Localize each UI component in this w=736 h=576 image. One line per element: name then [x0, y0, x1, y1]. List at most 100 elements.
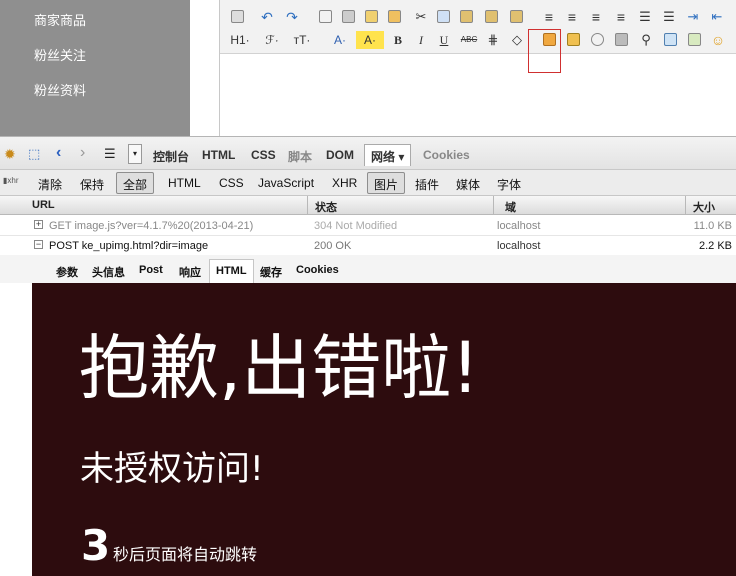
font-size-button[interactable]: тT·: [288, 31, 316, 49]
sidebar: 商家商品 粉丝关注 粉丝资料: [0, 0, 190, 136]
sidebar-item-fans-profile[interactable]: 粉丝资料: [34, 80, 86, 99]
filter-fonts[interactable]: 字体: [497, 176, 521, 193]
cut-icon[interactable]: ✂: [412, 8, 430, 26]
network-filter-bar: ▮xhr 清除 保持 全部 HTML CSS JavaScript XHR 图片…: [0, 170, 736, 196]
filter-media[interactable]: 媒体: [456, 176, 480, 193]
forward-icon[interactable]: ›: [80, 144, 85, 162]
italic-button[interactable]: I: [412, 31, 430, 49]
align-left-icon[interactable]: ≡: [540, 8, 558, 26]
tab-script[interactable]: 脚本: [288, 148, 312, 165]
tab-console[interactable]: 控制台: [153, 148, 189, 165]
copy-icon[interactable]: [434, 8, 452, 26]
tab-response[interactable]: 响应: [179, 264, 201, 280]
strikethrough-button[interactable]: ABC: [458, 31, 480, 49]
tab-cookies[interactable]: Cookies: [423, 148, 470, 162]
font-color-button[interactable]: A·: [326, 31, 354, 49]
expand-toggle[interactable]: +: [34, 220, 43, 229]
xhr-icon: ▮xhr: [3, 176, 19, 185]
paste-text-icon[interactable]: [482, 8, 500, 26]
sidebar-item-fans-follow[interactable]: 粉丝关注: [34, 45, 86, 64]
media-icon[interactable]: [612, 31, 630, 49]
print-icon[interactable]: [339, 8, 357, 26]
html-preview: 抱歉,出错啦! 未授权访问! 3 秒后页面将自动跳转: [32, 283, 736, 576]
indent-icon[interactable]: ⇥: [684, 8, 702, 26]
dropdown-icon[interactable]: ▾: [128, 144, 142, 164]
highlight-button[interactable]: A·: [356, 31, 384, 49]
tab-detail-cookies[interactable]: Cookies: [296, 264, 339, 276]
error-message: 未授权访问!: [80, 449, 264, 489]
unordered-list-icon[interactable]: ☰: [660, 8, 678, 26]
request-domain: localhost: [497, 220, 541, 232]
redirect-countdown: 3: [81, 521, 111, 570]
tab-html[interactable]: HTML: [202, 148, 235, 162]
tab-cache[interactable]: 缓存: [260, 264, 282, 280]
paste-word-icon[interactable]: [507, 8, 525, 26]
tab-network[interactable]: 网络 ▾: [364, 144, 412, 166]
request-row[interactable]: − POST ke_upimg.html?dir=image 200 OK lo…: [0, 236, 736, 256]
column-status[interactable]: 状态: [315, 199, 337, 215]
table-icon[interactable]: [661, 31, 679, 49]
filter-xhr[interactable]: XHR: [332, 176, 357, 190]
request-size: 2.2 KB: [698, 240, 732, 252]
request-status: 200 OK: [314, 240, 352, 252]
inspect-icon[interactable]: ⬚: [28, 146, 40, 162]
paste-icon[interactable]: [457, 8, 475, 26]
request-url: GET image.js?ver=4.1.7%20(2013-04-21): [49, 220, 254, 232]
column-domain[interactable]: 域: [505, 199, 516, 215]
filter-clear[interactable]: 清除: [38, 176, 62, 193]
sidebar-item-merchant-goods[interactable]: 商家商品: [34, 10, 86, 29]
outdent-icon[interactable]: ⇤: [708, 8, 726, 26]
editor-toolbar: ↶ ↷ ✂ ≡ ≡ ≡ ≡ ☰ ☰ ⇥ ⇤ H1· ℱ· тT· A· A· B: [220, 0, 736, 54]
attachment-icon[interactable]: ⚲: [637, 31, 655, 49]
request-domain: localhost: [497, 240, 541, 252]
tab-dom[interactable]: DOM: [326, 148, 354, 162]
app-area: 商家商品 粉丝关注 粉丝资料 ↶ ↷ ✂ ≡ ≡ ≡ ≡ ☰ ☰ ⇥ ⇤ H1·…: [0, 0, 736, 136]
redirect-note: 秒后页面将自动跳转: [113, 545, 258, 564]
source-icon[interactable]: [228, 8, 246, 26]
request-status: 304 Not Modified: [314, 220, 398, 232]
emoticon-icon[interactable]: ☺: [709, 31, 727, 49]
eraser-icon[interactable]: ◇: [508, 31, 526, 49]
align-center-icon[interactable]: ≡: [563, 8, 581, 26]
request-url: POST ke_upimg.html?dir=image: [49, 240, 209, 252]
tab-html-preview[interactable]: HTML: [209, 259, 254, 283]
tab-headers[interactable]: 头信息: [92, 264, 125, 280]
code-icon[interactable]: [385, 8, 403, 26]
filter-html[interactable]: HTML: [168, 176, 201, 190]
filter-plugins[interactable]: 插件: [415, 176, 439, 193]
firebug-toolbar: ✹ ⬚ ‹ › ☰ ▾ 控制台 HTML CSS 脚本 DOM 网络 ▾ Coo…: [0, 136, 736, 170]
filter-css[interactable]: CSS: [219, 176, 244, 190]
preview-icon[interactable]: [316, 8, 334, 26]
undo-icon[interactable]: ↶: [258, 8, 276, 26]
filter-images[interactable]: 图片: [367, 172, 406, 194]
underline-button[interactable]: U: [435, 31, 453, 49]
filter-javascript[interactable]: JavaScript: [258, 176, 314, 190]
hr-icon[interactable]: [685, 31, 703, 49]
filter-persist[interactable]: 保持: [80, 176, 104, 193]
menu-icon[interactable]: ☰: [104, 146, 116, 162]
ordered-list-icon[interactable]: ☰: [636, 8, 654, 26]
heading-button[interactable]: H1·: [226, 31, 254, 49]
request-detail-tabs: 参数 头信息 Post 响应 HTML 缓存 Cookies: [0, 255, 736, 283]
back-icon[interactable]: ‹: [56, 144, 61, 162]
filter-all[interactable]: 全部: [116, 172, 155, 194]
column-size[interactable]: 大小: [693, 199, 715, 215]
network-table-header: URL 状态 域 大小: [0, 196, 736, 215]
redo-icon[interactable]: ↷: [283, 8, 301, 26]
align-justify-icon[interactable]: ≡: [612, 8, 630, 26]
multi-image-icon[interactable]: [564, 31, 582, 49]
request-size: 11.0 KB: [693, 220, 732, 232]
tab-post[interactable]: Post: [139, 264, 163, 276]
tab-params[interactable]: 参数: [56, 264, 78, 280]
template-icon[interactable]: [362, 8, 380, 26]
bold-button[interactable]: B: [389, 31, 407, 49]
line-height-icon[interactable]: ⋕: [484, 31, 502, 49]
collapse-toggle[interactable]: −: [34, 240, 43, 249]
align-right-icon[interactable]: ≡: [587, 8, 605, 26]
font-family-button[interactable]: ℱ·: [258, 31, 286, 49]
flash-icon[interactable]: [588, 31, 606, 49]
column-url[interactable]: URL: [32, 199, 55, 211]
firebug-icon[interactable]: ✹: [4, 146, 16, 163]
tab-css[interactable]: CSS: [251, 148, 276, 162]
request-row[interactable]: + GET image.js?ver=4.1.7%20(2013-04-21) …: [0, 216, 736, 236]
